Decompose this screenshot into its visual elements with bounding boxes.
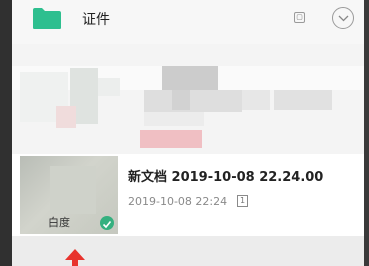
file-date: 2019-10-08 22:24 — [128, 195, 228, 208]
chevron-down-icon[interactable] — [332, 7, 354, 29]
check-icon — [100, 216, 114, 230]
folder-title: 证件 — [82, 12, 110, 28]
screen-edge-right — [364, 0, 369, 266]
folder-row[interactable]: 证件 ▢ — [12, 0, 364, 44]
red-arrow-annotation — [65, 249, 85, 266]
thumbnail-caption: 白度 — [48, 216, 70, 229]
file-list-item[interactable]: 白度 新文档 2019-10-08 22.24.00 2019-10-08 22… — [12, 154, 364, 236]
folder-select-icon[interactable]: ▢ — [294, 12, 305, 23]
screen-edge-left — [0, 0, 12, 266]
file-name: 新文档 2019-10-08 22.24.00 — [128, 170, 324, 185]
folder-icon — [33, 8, 61, 29]
document-thumbnail[interactable]: 白度 — [20, 156, 118, 234]
page-count-icon: 1 — [237, 195, 248, 207]
blurred-content — [12, 44, 364, 154]
